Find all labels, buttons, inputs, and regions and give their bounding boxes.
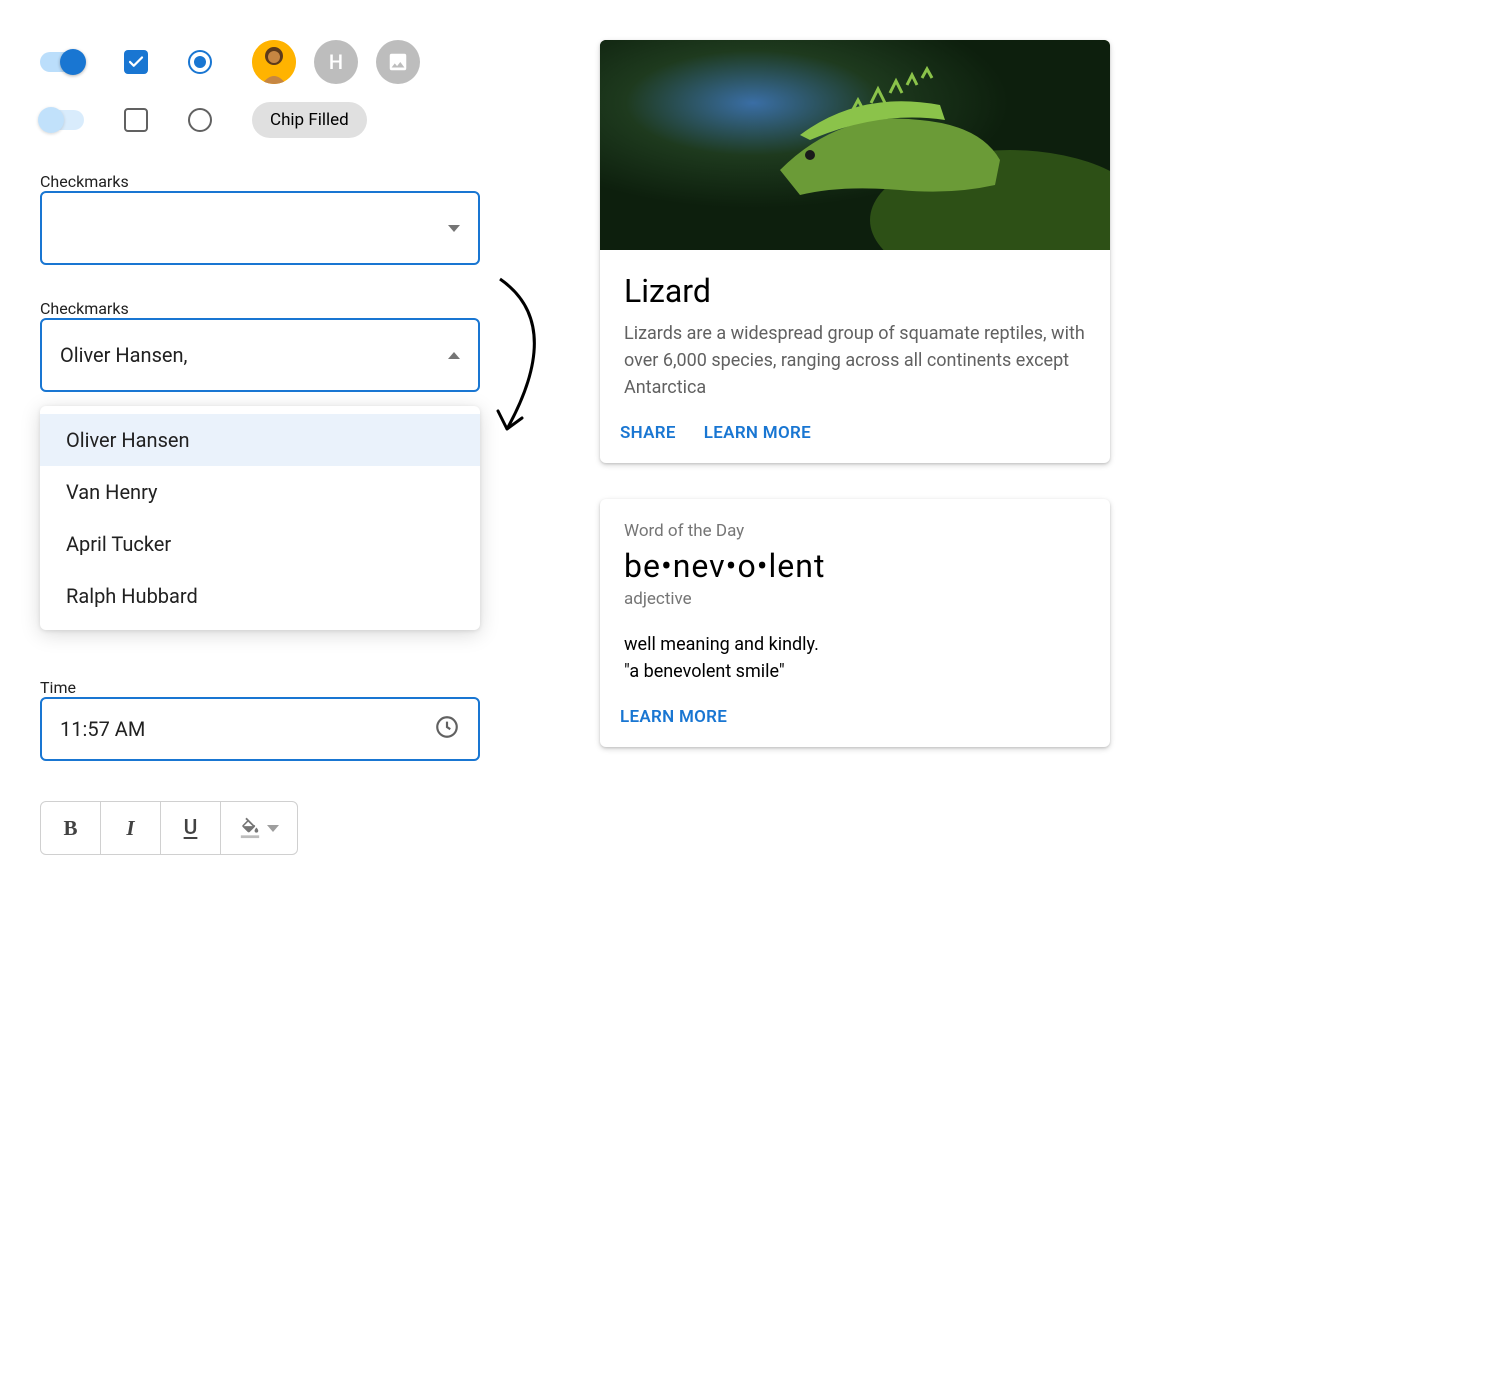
checkbox-unchecked[interactable] (124, 108, 148, 132)
select-dropdown-menu: Oliver Hansen Van Henry April Tucker Ral… (40, 406, 480, 630)
chevron-down-icon (448, 225, 460, 232)
switch-off[interactable] (40, 110, 84, 130)
menu-item-april-tucker[interactable]: April Tucker (40, 518, 480, 570)
chevron-up-icon (448, 352, 460, 359)
wotd-learn-more-button[interactable]: LEARN MORE (620, 707, 727, 727)
time-input[interactable]: 11:57 AM (40, 697, 480, 761)
dropdown-arrow-icon (267, 825, 279, 832)
avatar-letter[interactable]: H (314, 40, 358, 84)
chip-filled[interactable]: Chip Filled (252, 102, 367, 138)
select-checkmarks-open[interactable]: Oliver Hansen, (40, 318, 480, 392)
menu-item-van-henry[interactable]: Van Henry (40, 466, 480, 518)
format-toggle-group: B I U (40, 801, 298, 855)
menu-item-oliver-hansen[interactable]: Oliver Hansen (40, 414, 480, 466)
select2-label: Checkmarks (40, 299, 129, 318)
wotd-label: Word of the Day (624, 521, 1086, 541)
learn-more-button[interactable]: LEARN MORE (704, 423, 811, 443)
radio-unchecked[interactable] (188, 108, 212, 132)
card-lizard-text: Lizards are a widespread group of squama… (624, 320, 1086, 401)
italic-button[interactable]: I (101, 802, 161, 854)
time-label: Time (40, 678, 76, 697)
underline-button[interactable]: U (161, 802, 221, 854)
checkbox-checked[interactable] (124, 50, 148, 74)
format-color-fill-icon (239, 817, 261, 839)
switch-on[interactable] (40, 52, 84, 72)
card-lizard: Lizard Lizards are a widespread group of… (600, 40, 1110, 463)
arrow-annotation (485, 274, 575, 444)
select1-label: Checkmarks (40, 172, 129, 191)
text-color-button[interactable] (221, 802, 297, 854)
card-word-of-the-day: Word of the Day be•nev•o•lent adjective … (600, 499, 1110, 747)
wotd-definition: well meaning and kindly. "a benevolent s… (624, 631, 1086, 685)
select2-value: Oliver Hansen, (60, 343, 188, 367)
card-lizard-image (600, 40, 1110, 250)
clock-icon (434, 714, 460, 745)
share-button[interactable]: SHARE (620, 423, 676, 443)
radio-checked[interactable] (188, 50, 212, 74)
bold-button[interactable]: B (41, 802, 101, 854)
avatar-image-placeholder[interactable] (376, 40, 420, 84)
wotd-word: be•nev•o•lent (624, 547, 1086, 585)
select-checkmarks-closed[interactable] (40, 191, 480, 265)
menu-item-ralph-hubbard[interactable]: Ralph Hubbard (40, 570, 480, 622)
wotd-part-of-speech: adjective (624, 589, 1086, 609)
avatar-photo[interactable] (252, 40, 296, 84)
card-lizard-title: Lizard (624, 272, 1086, 310)
time-value: 11:57 AM (60, 717, 145, 741)
